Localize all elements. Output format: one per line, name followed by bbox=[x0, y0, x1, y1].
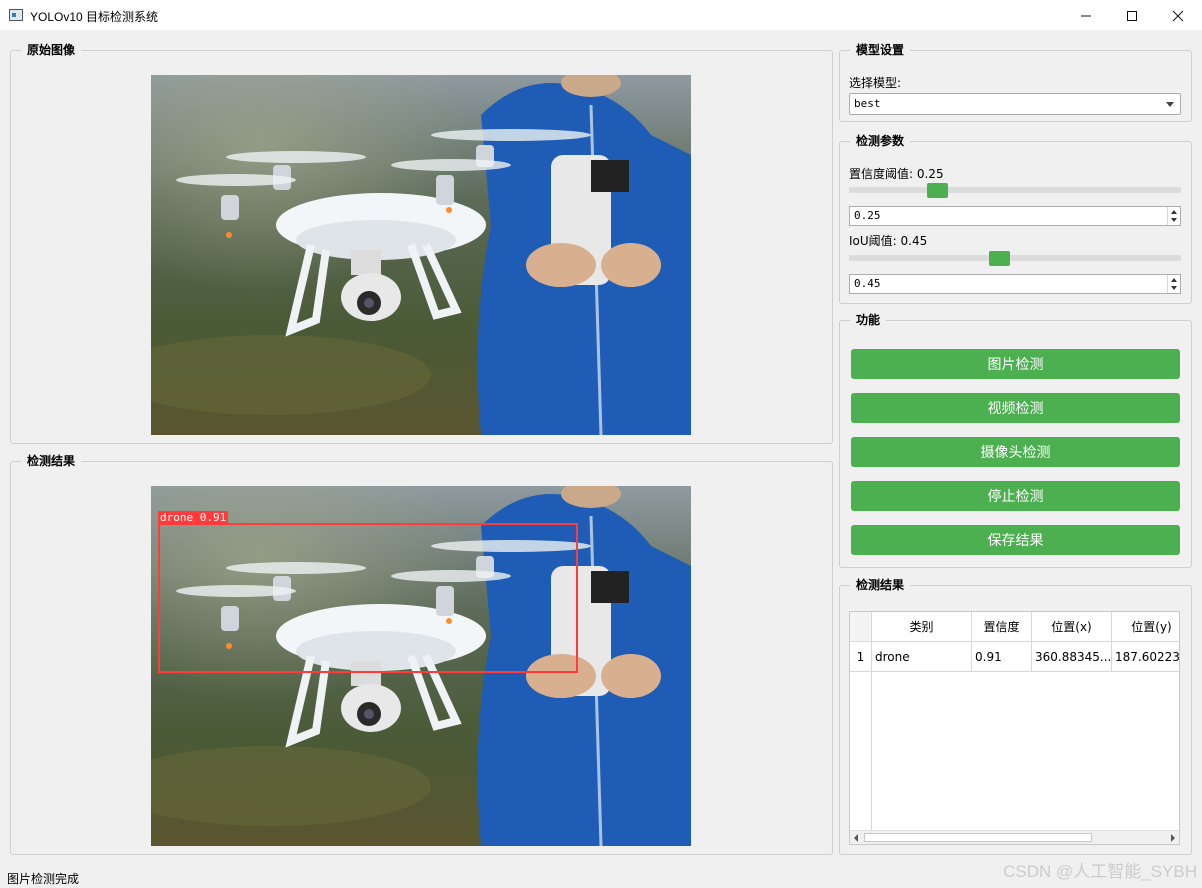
model-select[interactable]: best bbox=[849, 93, 1181, 115]
table-header-y[interactable]: 位置(y) bbox=[1112, 612, 1179, 642]
iou-spin-buttons[interactable] bbox=[1167, 275, 1180, 293]
original-image-title: 原始图像 bbox=[21, 43, 82, 57]
close-icon bbox=[1172, 10, 1184, 21]
results-table[interactable]: 类别 置信度 位置(x) 位置(y) 1 drone 0.91 360.8834… bbox=[849, 611, 1180, 845]
model-settings-title: 模型设置 bbox=[850, 43, 911, 57]
window-title: YOLOv10 目标检测系统 bbox=[30, 10, 159, 24]
table-row-header[interactable]: 1 bbox=[850, 642, 872, 672]
model-select-label: 选择模型: bbox=[849, 76, 902, 90]
title-bar: YOLOv10 目标检测系统 bbox=[0, 0, 1202, 31]
table-header-confidence[interactable]: 置信度 bbox=[972, 612, 1032, 642]
confidence-spin-buttons[interactable] bbox=[1167, 207, 1180, 225]
table-cell-x[interactable]: 360.88345... bbox=[1032, 642, 1112, 672]
spin-up-icon[interactable] bbox=[1171, 278, 1177, 282]
maximize-icon bbox=[1127, 10, 1137, 21]
video-detect-button[interactable]: 视频检测 bbox=[851, 393, 1180, 423]
functions-title: 功能 bbox=[850, 313, 887, 327]
status-bar-text: 图片检测完成 bbox=[7, 872, 80, 886]
result-image-title: 检测结果 bbox=[21, 454, 82, 468]
model-select-value: best bbox=[854, 97, 881, 110]
stop-detect-button[interactable]: 停止检测 bbox=[851, 481, 1180, 511]
camera-detect-button[interactable]: 摄像头检测 bbox=[851, 437, 1180, 467]
iou-slider-handle[interactable] bbox=[988, 251, 1010, 266]
iou-spinbox-value: 0.45 bbox=[854, 277, 881, 290]
spin-down-icon[interactable] bbox=[1171, 286, 1177, 290]
save-results-button[interactable]: 保存结果 bbox=[851, 525, 1180, 555]
maximize-button[interactable] bbox=[1109, 0, 1155, 31]
scrollbar-thumb[interactable] bbox=[864, 833, 1092, 842]
table-corner[interactable] bbox=[850, 612, 872, 642]
detection-params-title: 检测参数 bbox=[850, 134, 911, 148]
row-header-column bbox=[850, 672, 872, 830]
minimize-button[interactable] bbox=[1063, 0, 1109, 31]
confidence-label: 置信度阈值: 0.25 bbox=[849, 167, 944, 181]
minimize-icon bbox=[1081, 15, 1091, 16]
watermark: CSDN @人工智能_SYBH bbox=[1003, 862, 1197, 881]
confidence-spinbox-value: 0.25 bbox=[854, 209, 881, 222]
table-cell-confidence[interactable]: 0.91 bbox=[972, 642, 1032, 672]
table-header-x[interactable]: 位置(x) bbox=[1032, 612, 1112, 642]
original-image bbox=[151, 75, 691, 435]
spin-down-icon[interactable] bbox=[1171, 218, 1177, 222]
table-header-class[interactable]: 类别 bbox=[872, 612, 972, 642]
iou-label: IoU阈值: 0.45 bbox=[849, 234, 928, 248]
chevron-down-icon bbox=[1166, 102, 1174, 107]
results-title: 检测结果 bbox=[850, 578, 911, 592]
image-detect-button[interactable]: 图片检测 bbox=[851, 349, 1180, 379]
app-icon bbox=[9, 9, 23, 21]
table-cell-y[interactable]: 187.60223... bbox=[1112, 642, 1179, 672]
confidence-slider-handle[interactable] bbox=[926, 183, 948, 198]
iou-slider[interactable] bbox=[849, 255, 1181, 261]
horizontal-scrollbar[interactable] bbox=[850, 830, 1179, 844]
iou-spinbox[interactable]: 0.45 bbox=[849, 274, 1181, 294]
confidence-slider[interactable] bbox=[849, 187, 1181, 193]
table-cell-class[interactable]: drone bbox=[872, 642, 972, 672]
confidence-spinbox[interactable]: 0.25 bbox=[849, 206, 1181, 226]
scroll-right-icon[interactable] bbox=[1171, 834, 1175, 842]
spin-up-icon[interactable] bbox=[1171, 210, 1177, 214]
scroll-left-icon[interactable] bbox=[854, 834, 858, 842]
detection-label: drone 0.91 bbox=[158, 511, 229, 524]
close-button[interactable] bbox=[1155, 0, 1201, 31]
detection-box bbox=[158, 523, 578, 673]
